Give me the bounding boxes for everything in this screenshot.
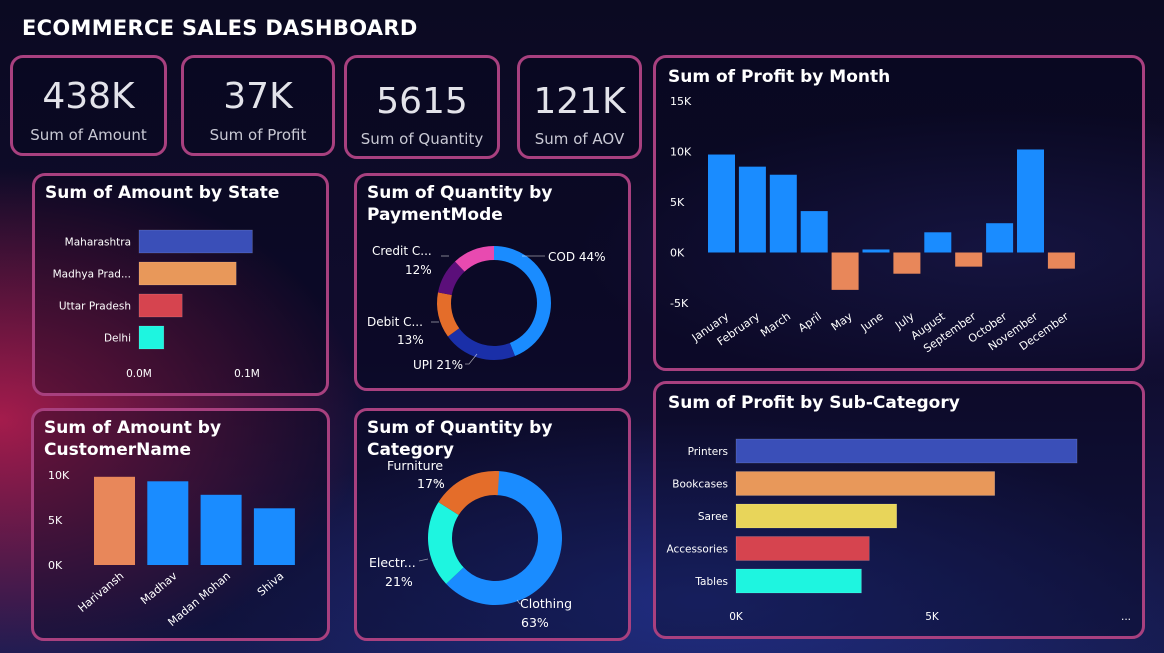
bar	[147, 481, 189, 565]
chart-card-amount-by-state[interactable]: Sum of Amount by State Maharashtra Madhya…	[32, 173, 329, 396]
dashboard-title: ECOMMERCE SALES DASHBOARD	[22, 16, 418, 40]
y-tick-label: 15K	[670, 95, 692, 108]
leader-line	[418, 558, 429, 562]
profit-by-month-chart: 15K10K5K0K-5KJanuaryFebruaryMarch April Ma…	[670, 95, 1075, 355]
x-tick-label: May	[829, 310, 855, 334]
y-tick-label: 5K	[48, 514, 63, 527]
quantity-by-paymentmode-chart: COD 44% UPI 21% Debit C... 13% Credit C... 12…	[367, 244, 606, 372]
kpi-label: Sum of AOV	[534, 130, 625, 148]
bar	[253, 508, 295, 565]
x-tick-label: Harivansh	[76, 569, 127, 615]
category-label: Uttar Pradesh	[59, 301, 131, 313]
bar	[735, 438, 1078, 464]
bar	[138, 293, 183, 318]
chart-card-amount-by-customer[interactable]: Sum of Amount by CustomerName 10K 5K 0K Har…	[31, 408, 330, 641]
kpi-card-aov[interactable]: 121K Sum of AOV	[517, 55, 642, 159]
donut-slice	[494, 246, 551, 356]
kpi-label: Sum of Profit	[209, 126, 307, 144]
bar	[800, 211, 828, 253]
kpi-value: 121K	[533, 81, 626, 122]
category-label: Electr...	[369, 555, 416, 570]
x-tick-label: Madhav	[138, 569, 180, 607]
kpi-label: Sum of Quantity	[360, 130, 484, 148]
bar	[893, 252, 921, 274]
x-tick-label: 0K	[729, 611, 744, 623]
data-label: COD 44%	[548, 250, 606, 264]
y-tick-label: 10K	[48, 469, 70, 482]
bar	[769, 174, 797, 253]
category-label: Delhi	[104, 333, 131, 345]
kpi-value: 438K	[42, 76, 135, 117]
category-label: Credit C...	[372, 244, 432, 258]
data-label: UPI 21%	[413, 358, 463, 372]
x-tick-label: March	[758, 310, 793, 340]
category-label: Clothing	[520, 596, 572, 611]
category-label: Bookcases	[672, 479, 728, 491]
x-tick-label: June	[858, 310, 886, 335]
chart-card-quantity-by-paymentmode[interactable]: Sum of Quantity by PaymentMode COD 44% UP…	[354, 173, 631, 391]
bar	[955, 252, 983, 267]
quantity-by-category-chart: Clothing 63% Electr... 21% Furniture 17%	[369, 458, 572, 630]
bar	[862, 249, 890, 253]
bar	[735, 568, 862, 594]
x-tick-label: 0.1M	[234, 368, 260, 380]
x-tick-label: ...	[1121, 611, 1131, 623]
category-label: Accessories	[666, 544, 728, 556]
kpi-label: Sum of Amount	[30, 126, 147, 144]
category-label: Madhya Prad...	[53, 269, 131, 281]
kpi-value: 5615	[376, 81, 468, 122]
kpi-card-quantity[interactable]: 5615 Sum of Quantity	[344, 55, 500, 159]
bar	[831, 252, 859, 290]
bar	[924, 232, 952, 253]
chart-card-quantity-by-category[interactable]: Sum of Quantity by Category Clothing 63% E…	[354, 408, 631, 641]
bar	[735, 471, 995, 496]
y-tick-label: 5K	[670, 196, 685, 209]
data-label: 13%	[397, 333, 424, 347]
y-tick-label: 0K	[48, 559, 63, 572]
bar	[708, 154, 735, 253]
category-label: Furniture	[387, 458, 443, 473]
bar	[735, 503, 897, 529]
kpi-value: 37K	[223, 76, 293, 117]
bar	[738, 166, 766, 253]
data-label: 12%	[405, 263, 432, 277]
donut-slice	[447, 328, 515, 360]
bar	[138, 325, 165, 350]
donut-slice	[437, 292, 460, 337]
data-label: 21%	[385, 574, 413, 589]
bar	[735, 536, 870, 561]
category-label: Printers	[688, 446, 728, 458]
profit-by-subcategory-chart: Printers Bookcases Saree Accessories Tables 0…	[666, 438, 1131, 623]
category-label: Debit C...	[367, 315, 423, 329]
x-tick-label: 0.0M	[126, 368, 152, 380]
amount-by-state-chart: Maharashtra Madhya Prad... Uttar Pradesh De…	[53, 229, 260, 380]
data-label: 17%	[417, 476, 445, 491]
y-tick-label: 0K	[670, 247, 685, 260]
bar	[986, 223, 1014, 253]
bar	[138, 229, 253, 254]
y-tick-label: 10K	[670, 146, 692, 159]
amount-by-customer-chart: 10K5K0KHarivansh MadhavMadan Mohan Shiva	[48, 469, 295, 629]
chart-card-profit-by-month[interactable]: Sum of Profit by Month 15K 10K 5K 0K -5K Janu…	[653, 55, 1145, 371]
x-tick-label: April	[796, 310, 824, 335]
bar	[200, 494, 242, 565]
kpi-card-amount[interactable]: 438K Sum of Amount	[10, 55, 167, 156]
chart-card-profit-by-subcategory[interactable]: Sum of Profit by Sub-Category Printers Bo…	[653, 381, 1145, 639]
category-label: Saree	[698, 511, 728, 523]
bar	[138, 261, 237, 286]
y-tick-label: -5K	[670, 297, 689, 310]
x-tick-label: Shiva	[255, 569, 287, 598]
kpi-card-profit[interactable]: 37K Sum of Profit	[181, 55, 335, 156]
category-label: Maharashtra	[65, 237, 131, 249]
bar	[1047, 252, 1075, 269]
category-label: Tables	[694, 576, 728, 588]
x-tick-label: 5K	[925, 611, 940, 623]
bar	[1017, 149, 1044, 253]
data-label: 63%	[521, 615, 549, 630]
bar	[94, 476, 135, 565]
